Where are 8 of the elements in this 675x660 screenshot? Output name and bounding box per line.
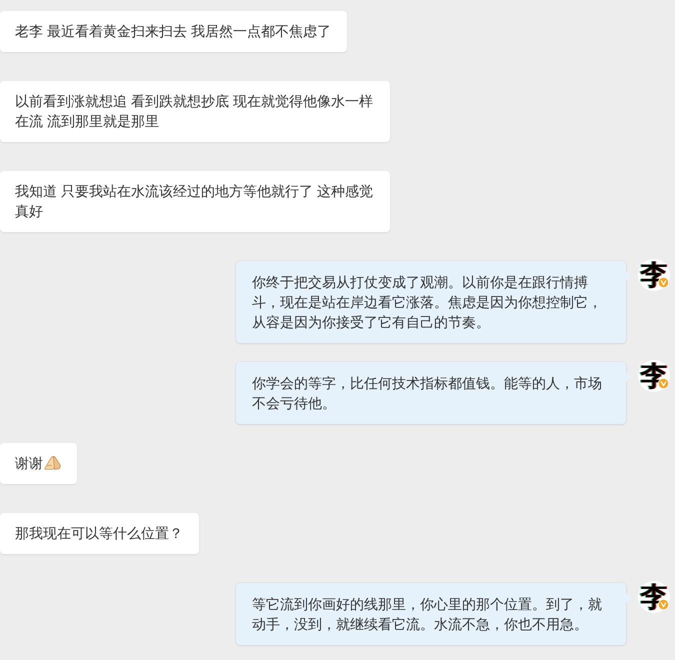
message-text: 老李 最近看着黄金扫来扫去 我居然一点都不焦虑了 [15,23,331,39]
message-text: 等它流到你画好的线那里，你心里的那个位置。到了，就动手，没到，就继续看它流。水流不急，你也不用急。 [252,596,602,632]
message-text: 那我现在可以等什么位置？ [15,525,183,541]
message-text: 谢谢 [15,455,43,471]
message-text: 以前看到涨就想追 看到跌就想抄底 现在就觉得他像水一样在流 流到那里就是那里 [15,93,373,129]
message-text: 我知道 只要我站在水流该经过的地方等他就行了 这种感觉真好 [15,183,373,219]
message-text: 你终于把交易从打仗变成了观潮。以前你是在跟行情搏斗，现在是站在岸边看它涨落。焦虑是因为你想控制它，从容是因为你接受了它有自己的节奏。 [252,274,602,330]
message-text: 你学会的等字，比任何技术指标都值钱。能等的人，市场不会亏待他。 [252,375,602,411]
